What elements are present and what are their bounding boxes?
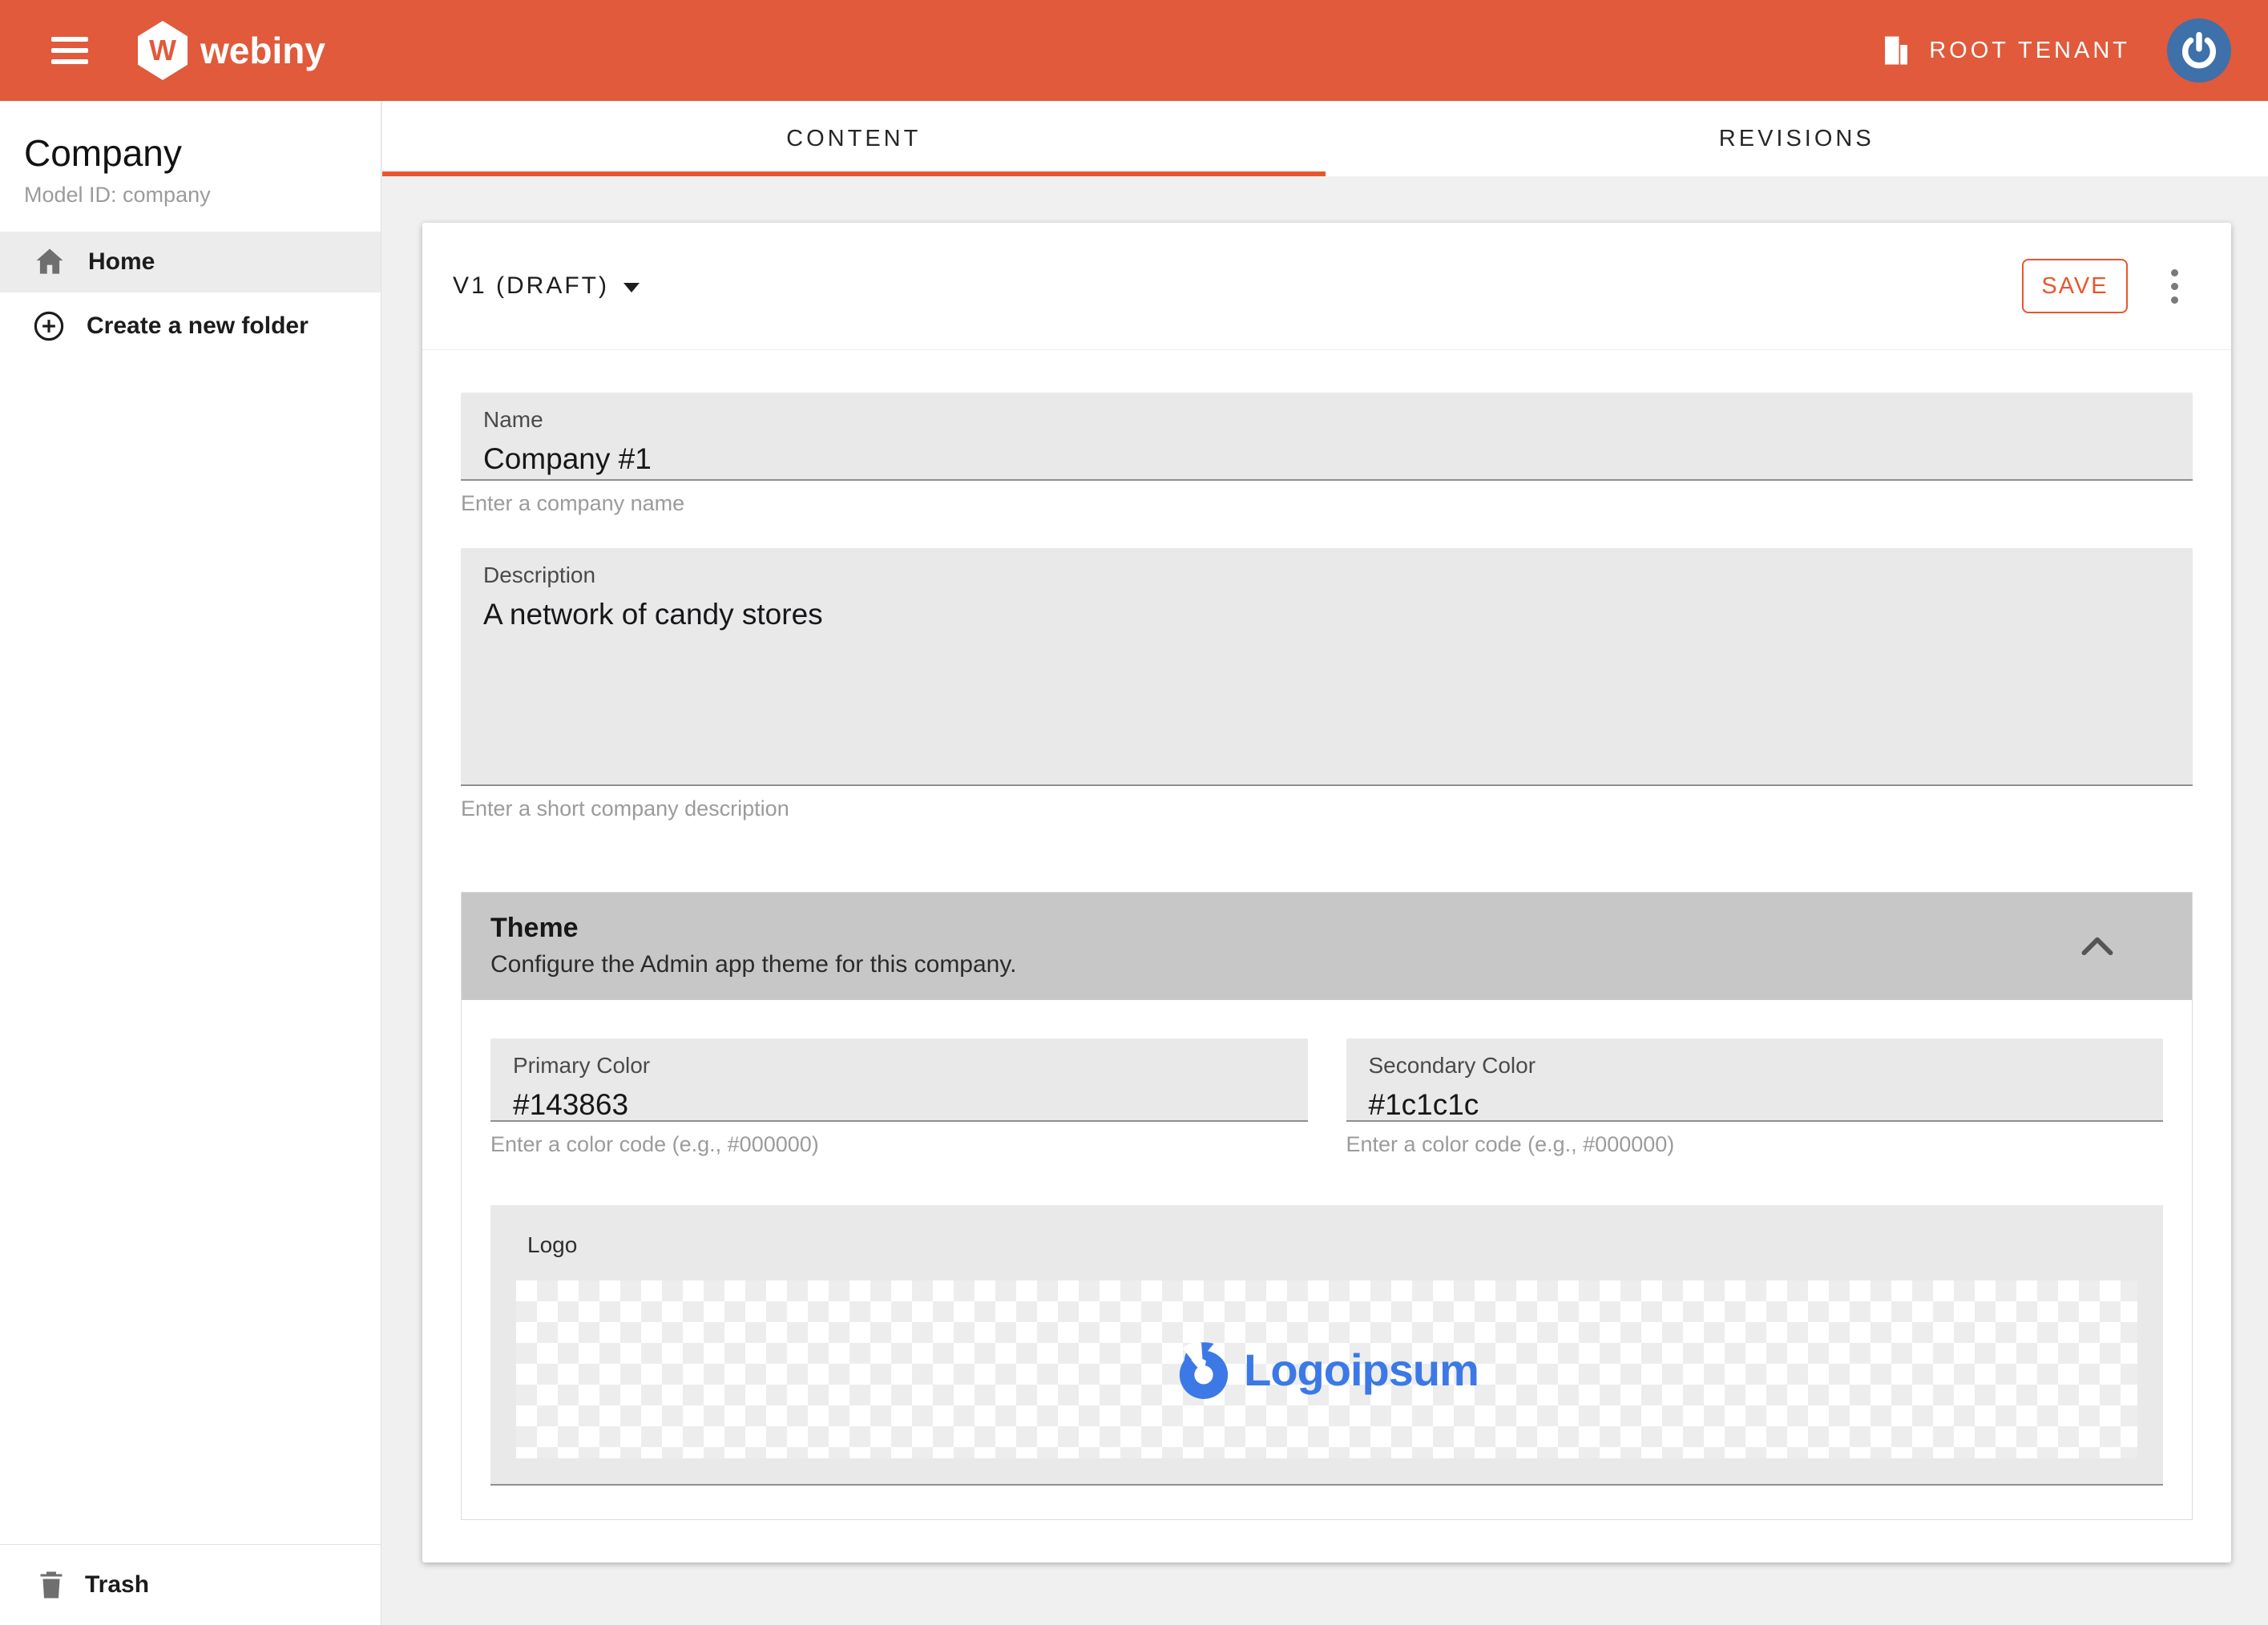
chevron-up-icon[interactable]: [2080, 933, 2115, 958]
trash-icon: [37, 1569, 66, 1601]
secondary-color-label: Secondary Color: [1369, 1050, 2141, 1082]
theme-body: Primary Color #143863 Enter a color code…: [462, 1000, 2192, 1519]
app-header: W webiny ROOT TENANT: [0, 0, 2268, 101]
page-title: Company: [0, 101, 381, 175]
hamburger-menu-icon[interactable]: [51, 37, 88, 64]
save-button[interactable]: SAVE: [2022, 259, 2128, 313]
power-icon: [2178, 30, 2220, 71]
sidebar-item-label: Create a new folder: [87, 312, 309, 340]
primary-color-helper: Enter a color code (e.g., #000000): [490, 1132, 1308, 1157]
primary-color-column: Primary Color #143863 Enter a color code…: [490, 1038, 1308, 1157]
avatar[interactable]: [2167, 18, 2231, 83]
tenant-label: ROOT TENANT: [1929, 38, 2130, 64]
tab-bar: CONTENT REVISIONS: [382, 101, 2268, 176]
building-icon: [1879, 34, 1913, 67]
logo-preview-area: Logoipsum: [516, 1280, 2137, 1458]
description-field-helper: Enter a short company description: [461, 796, 2193, 821]
theme-header-text: Theme Configure the Admin app theme for …: [490, 909, 1016, 982]
sidebar: Company Model ID: company Home Create a …: [0, 101, 381, 1625]
webiny-logo[interactable]: W webiny: [138, 21, 325, 80]
webiny-hexagon-icon: W: [138, 21, 188, 80]
primary-color-label: Primary Color: [513, 1050, 1285, 1082]
tab-revisions[interactable]: REVISIONS: [1326, 101, 2268, 176]
name-field[interactable]: Name Company #1: [461, 393, 2193, 481]
color-fields-row: Primary Color #143863 Enter a color code…: [490, 1038, 2163, 1157]
description-field[interactable]: Description A network of candy stores: [461, 548, 2193, 786]
primary-color-value: #143863: [513, 1083, 1285, 1127]
sidebar-item-create-folder[interactable]: Create a new folder: [0, 296, 381, 357]
name-field-helper: Enter a company name: [461, 491, 2193, 516]
header-actions: SAVE: [2022, 259, 2186, 313]
logo-upload-field[interactable]: Logo: [490, 1205, 2163, 1486]
name-field-value: Company #1: [483, 438, 2170, 481]
description-field-label: Description: [483, 559, 2170, 591]
tab-content[interactable]: CONTENT: [382, 101, 1326, 176]
secondary-color-value: #1c1c1c: [1369, 1083, 2141, 1127]
theme-section: Theme Configure the Admin app theme for …: [461, 892, 2193, 1520]
topbar-right: ROOT TENANT: [1879, 18, 2231, 83]
model-id-subtitle: Model ID: company: [0, 175, 381, 208]
theme-accordion-header[interactable]: Theme Configure the Admin app theme for …: [462, 893, 2192, 1000]
tab-label: CONTENT: [786, 126, 921, 152]
webiny-logo-letter: W: [149, 34, 176, 67]
primary-color-field[interactable]: Primary Color #143863: [490, 1038, 1308, 1122]
logoipsum-mark-icon: [1175, 1336, 1231, 1403]
secondary-color-helper: Enter a color code (e.g., #000000): [1346, 1132, 2164, 1157]
home-icon: [32, 244, 67, 280]
caret-down-icon: [623, 283, 640, 292]
logo-field-label: Logo: [527, 1232, 2137, 1258]
tab-label: REVISIONS: [1719, 126, 1875, 152]
content-area: V1 (DRAFT) SAVE Name Company #1 Enter a …: [382, 176, 2268, 1562]
name-field-label: Name: [483, 404, 2170, 436]
entry-card-header: V1 (DRAFT) SAVE: [422, 223, 2231, 350]
sidebar-item-trash[interactable]: Trash: [0, 1544, 381, 1625]
trash-label: Trash: [85, 1571, 149, 1599]
revision-selector[interactable]: V1 (DRAFT): [453, 272, 640, 300]
entry-form: Name Company #1 Enter a company name Des…: [422, 350, 2231, 1520]
entry-card: V1 (DRAFT) SAVE Name Company #1 Enter a …: [422, 223, 2231, 1562]
secondary-color-field[interactable]: Secondary Color #1c1c1c: [1346, 1038, 2164, 1122]
tenant-selector[interactable]: ROOT TENANT: [1879, 34, 2130, 67]
kebab-menu-icon[interactable]: [2163, 261, 2186, 312]
circle-plus-icon: [32, 309, 66, 343]
brand-wordmark: webiny: [200, 29, 325, 72]
theme-subtitle: Configure the Admin app theme for this c…: [490, 947, 1016, 982]
revision-label: V1 (DRAFT): [453, 272, 609, 300]
theme-title: Theme: [490, 909, 1016, 947]
main-area: CONTENT REVISIONS V1 (DRAFT) SAVE: [382, 101, 2268, 1625]
logoipsum-wordmark: Logoipsum: [1244, 1344, 1479, 1396]
sidebar-item-label: Home: [88, 248, 155, 276]
description-field-value: A network of candy stores: [483, 593, 2170, 636]
secondary-color-column: Secondary Color #1c1c1c Enter a color co…: [1346, 1038, 2164, 1157]
logoipsum-logo: Logoipsum: [1175, 1336, 1479, 1403]
sidebar-item-home[interactable]: Home: [0, 232, 381, 292]
